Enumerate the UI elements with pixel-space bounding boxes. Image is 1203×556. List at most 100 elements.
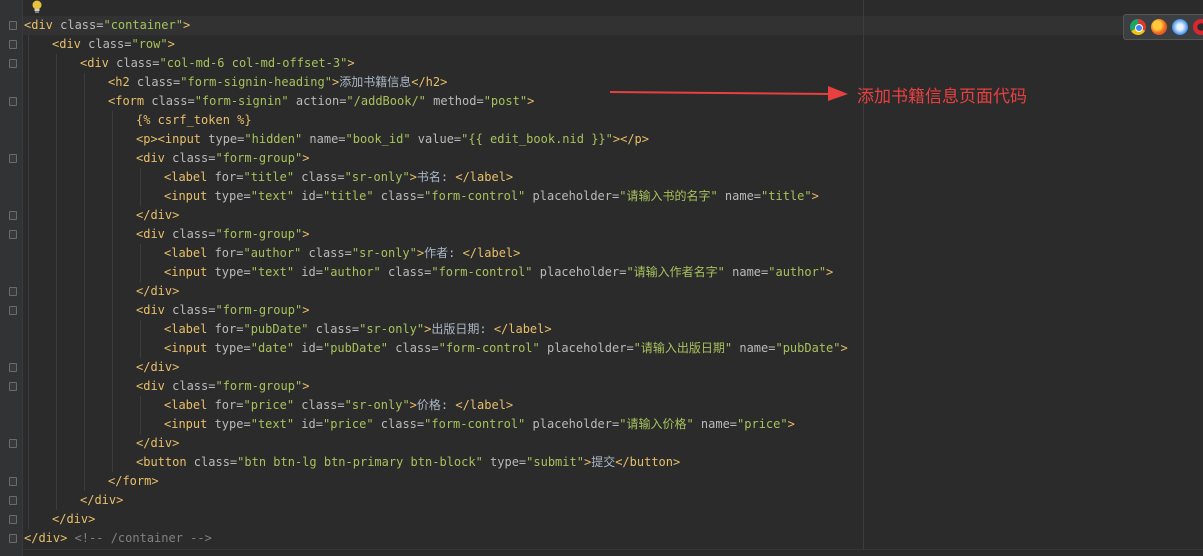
code-token-val: "form-group" <box>215 151 303 165</box>
code-token-attr: class= <box>80 37 132 51</box>
indent-guide <box>56 434 57 453</box>
indent-guide <box>140 320 141 339</box>
code-line[interactable]: <div class="form-group"> <box>136 149 309 168</box>
indent-guide <box>84 206 85 225</box>
code-line[interactable]: <div class="row"> <box>52 35 175 54</box>
firefox-icon[interactable] <box>1151 19 1167 35</box>
code-token-val: "title" <box>761 189 812 203</box>
code-token-tag: </label> <box>455 398 514 412</box>
indent-guide <box>112 111 113 130</box>
code-line[interactable]: {% csrf_token %} <box>136 111 252 130</box>
editor-gutter[interactable] <box>0 0 23 556</box>
code-line[interactable]: <div class="form-group"> <box>136 301 309 320</box>
code-token-text: 提交 <box>591 455 616 469</box>
code-line[interactable]: <div class="container"> <box>24 16 190 35</box>
code-token-val: "sr-only" <box>351 246 417 260</box>
indent-guide <box>56 491 57 510</box>
fold-marker-icon[interactable] <box>9 230 17 239</box>
code-line[interactable]: </div> <box>80 491 123 510</box>
indent-guide <box>28 320 29 339</box>
code-line[interactable]: </div> <box>52 510 95 529</box>
code-token-tag: <label <box>164 246 208 260</box>
indent-guide <box>84 396 85 415</box>
fold-marker-icon[interactable] <box>9 154 17 163</box>
indent-guide <box>28 187 29 206</box>
fold-marker-icon[interactable] <box>9 59 17 68</box>
code-line[interactable]: </form> <box>108 472 159 491</box>
indent-guide <box>28 111 29 130</box>
safari-icon[interactable] <box>1172 19 1188 35</box>
browser-preview-bar <box>1123 14 1203 40</box>
code-token-tag: > <box>409 170 417 184</box>
code-line[interactable]: <label for="title" class="sr-only">书名: <… <box>164 168 513 187</box>
code-line[interactable]: <label for="price" class="sr-only">价格: <… <box>164 396 513 415</box>
code-token-tag: <input <box>164 341 208 355</box>
indent-guide <box>112 396 113 415</box>
fold-marker-icon[interactable] <box>9 306 17 315</box>
code-editor[interactable]: <div class="container"> <div class="row">… <box>0 0 1203 556</box>
code-token-tag: </div> <box>24 531 68 545</box>
indent-guide <box>56 187 57 206</box>
fold-marker-icon[interactable] <box>9 97 17 106</box>
opera-icon[interactable] <box>1193 19 1203 35</box>
indent-guide <box>84 187 85 206</box>
code-line[interactable]: <input type="date" id="pubDate" class="f… <box>164 339 848 358</box>
code-token-tag: > <box>302 227 310 241</box>
code-line[interactable]: </div> <box>136 434 179 453</box>
fold-marker-icon[interactable] <box>9 439 17 448</box>
code-line[interactable]: <label for="pubDate" class="sr-only">出版日… <box>164 320 552 339</box>
indent-guide <box>84 282 85 301</box>
code-token-attr: class= <box>164 379 216 393</box>
fold-marker-icon[interactable] <box>9 496 17 505</box>
code-token-attr: type= <box>482 455 527 469</box>
indent-guide <box>112 244 113 263</box>
indent-guide <box>140 339 141 358</box>
code-line[interactable]: <input type="text" id="price" class="for… <box>164 415 795 434</box>
code-line[interactable]: <div class="form-group"> <box>136 377 309 396</box>
code-token-attr: class= <box>164 151 216 165</box>
indent-guide <box>112 225 113 244</box>
code-line[interactable]: <input type="text" id="title" class="for… <box>164 187 819 206</box>
code-token-tag: </h2> <box>411 75 448 89</box>
indent-guide <box>112 130 113 149</box>
indent-guide <box>28 168 29 187</box>
fold-marker-icon[interactable] <box>9 534 17 543</box>
fold-marker-icon[interactable] <box>9 287 17 296</box>
code-token-val: "form-control" <box>424 417 526 431</box>
indent-guide <box>28 130 29 149</box>
code-line[interactable]: </div> <box>136 358 179 377</box>
code-line[interactable]: <label for="author" class="sr-only">作者: … <box>164 244 520 263</box>
fold-marker-icon[interactable] <box>9 211 17 220</box>
code-line[interactable]: <h2 class="form-signin-heading">添加书籍信息</… <box>108 73 447 92</box>
chrome-icon[interactable] <box>1130 19 1146 35</box>
lightbulb-icon[interactable] <box>30 0 44 14</box>
indent-guide <box>56 301 57 320</box>
code-token-val: "form-group" <box>215 227 303 241</box>
indent-guide <box>56 244 57 263</box>
code-token-tag: > <box>182 18 191 32</box>
code-token-val: "author" <box>243 246 302 260</box>
fold-marker-icon[interactable] <box>9 363 17 372</box>
code-line[interactable]: <input type="text" id="author" class="fo… <box>164 263 833 282</box>
code-token-val: "form-signin" <box>194 94 289 108</box>
fold-marker-icon[interactable] <box>9 40 17 49</box>
code-token-attr: id= <box>294 189 323 203</box>
indent-guide <box>112 206 113 225</box>
fold-marker-icon[interactable] <box>9 515 17 524</box>
horizontal-scrollbar[interactable] <box>23 549 1203 556</box>
code-line[interactable]: <div class="form-group"> <box>136 225 309 244</box>
code-line[interactable]: </div> <box>136 282 179 301</box>
code-token-attr: for= <box>207 170 244 184</box>
fold-marker-icon[interactable] <box>9 477 17 486</box>
code-token-val: "text" <box>250 417 295 431</box>
code-line[interactable]: <form class="form-signin" action="/addBo… <box>108 92 534 111</box>
fold-marker-icon[interactable] <box>9 382 17 391</box>
code-line[interactable]: </div> <box>136 206 179 225</box>
code-line[interactable]: <p><input type="hidden" name="book_id" v… <box>136 130 649 149</box>
code-token-attr: type= <box>207 189 251 203</box>
code-line[interactable]: <button class="btn btn-lg btn-primary bt… <box>136 453 680 472</box>
code-line[interactable]: <div class="col-md-6 col-md-offset-3"> <box>80 54 355 73</box>
code-line[interactable]: </div> <!-- /container --> <box>24 529 212 548</box>
fold-marker-icon[interactable] <box>9 21 17 30</box>
indent-guide <box>28 92 29 111</box>
